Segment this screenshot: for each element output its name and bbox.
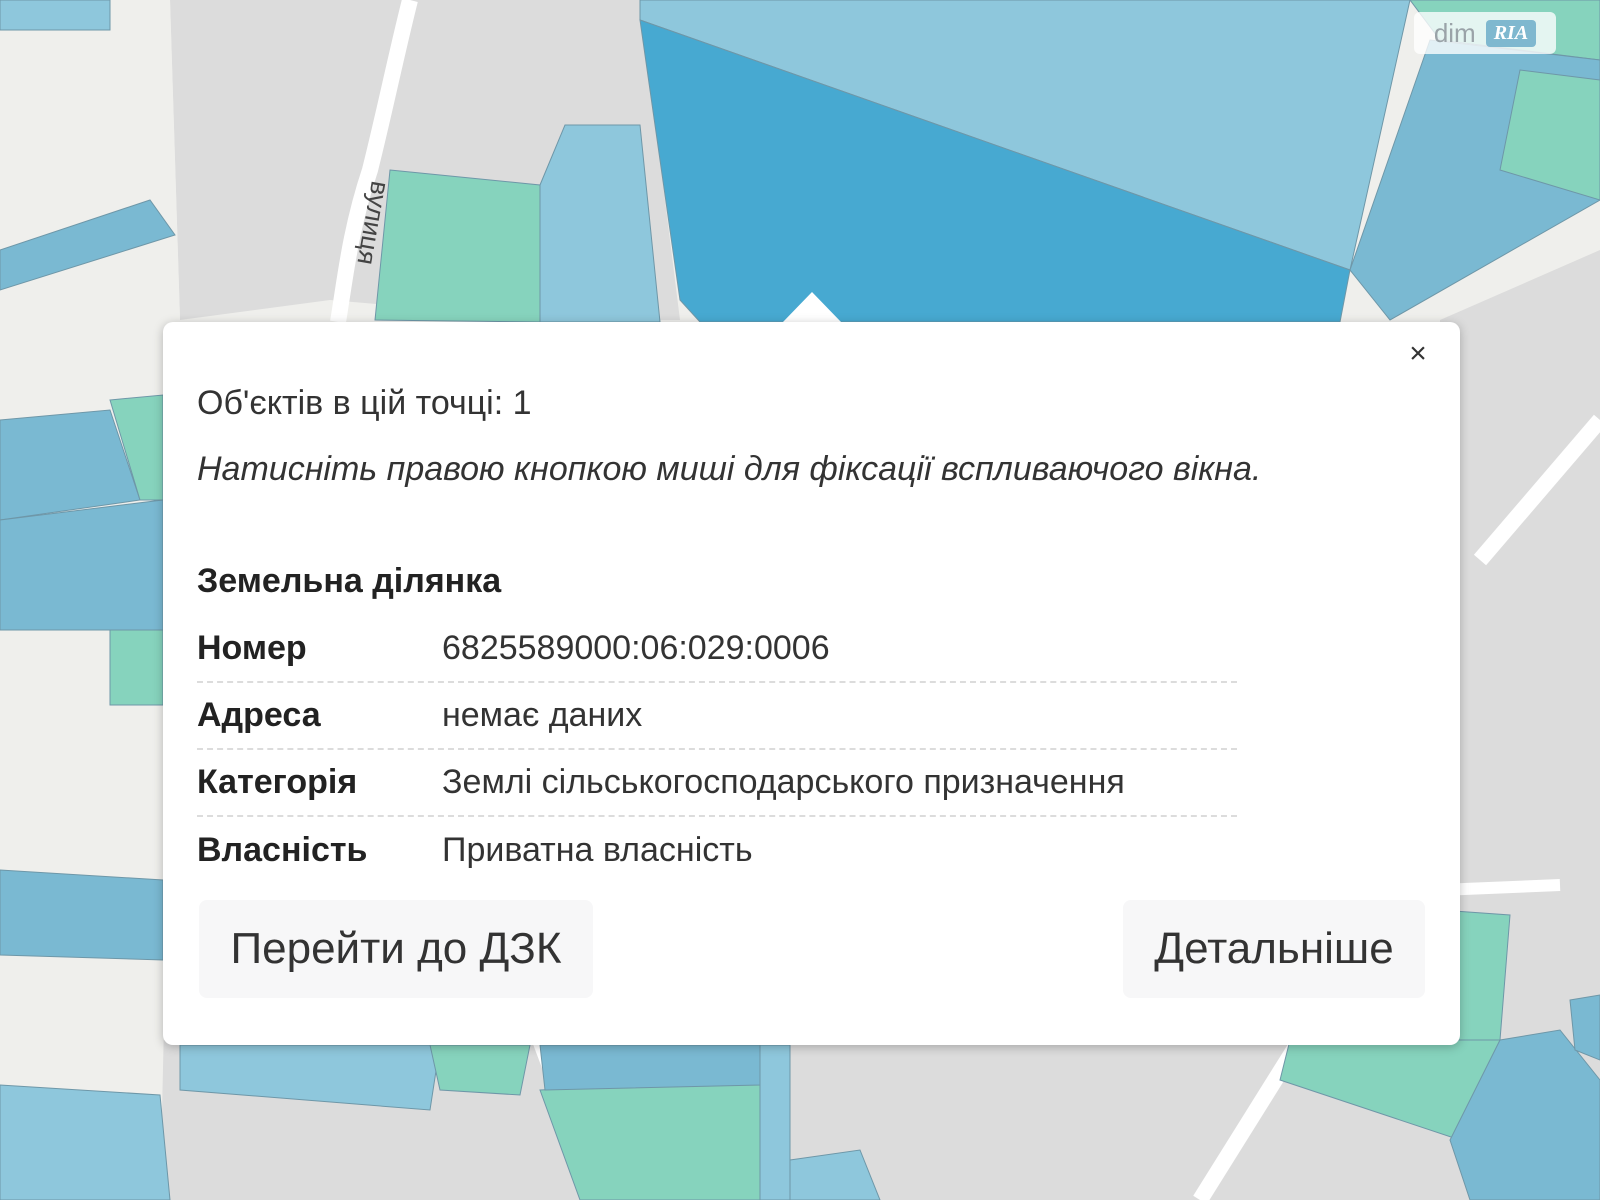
details-button[interactable]: Детальніше bbox=[1123, 900, 1425, 998]
close-icon[interactable]: × bbox=[1400, 336, 1436, 372]
popup-hint: Натисніть правою кнопкою миші для фіксац… bbox=[197, 450, 1262, 488]
watermark-dim-text: dim bbox=[1433, 17, 1476, 48]
parcel[interactable] bbox=[109, 629, 164, 706]
attribute-key: Категорія bbox=[197, 763, 358, 801]
objects-count: Об'єктів в цій точці: 1 bbox=[197, 384, 532, 422]
attribute-key: Номер bbox=[197, 629, 307, 667]
parcel[interactable] bbox=[539, 1044, 761, 1091]
section-title: Земельна ділянка bbox=[197, 562, 502, 600]
parcel[interactable] bbox=[0, 869, 164, 961]
parcel[interactable] bbox=[0, 1084, 171, 1200]
attribute-value: 6825589000:06:029:0006 bbox=[442, 629, 830, 667]
attribute-row-category: Категорія Землі сільськогосподарського п… bbox=[197, 750, 1237, 817]
attribute-value: Землі сільськогосподарського призначення bbox=[442, 763, 1125, 801]
attribute-row-ownership: Власність Приватна власність bbox=[197, 817, 1237, 884]
parcel[interactable] bbox=[539, 124, 661, 323]
parcel[interactable] bbox=[759, 1044, 791, 1200]
attribute-key: Власність bbox=[197, 831, 368, 869]
parcel[interactable] bbox=[0, 499, 164, 631]
attribute-row-number: Номер 6825589000:06:029:0006 bbox=[197, 616, 1237, 683]
watermark-ria-badge: RIA bbox=[1485, 19, 1537, 47]
parcel[interactable] bbox=[374, 169, 541, 323]
watermark-logo: dim RIA bbox=[1414, 12, 1556, 54]
attribute-value: немає даних bbox=[442, 696, 643, 734]
parcel[interactable] bbox=[539, 1079, 771, 1200]
parcel[interactable] bbox=[0, 0, 111, 31]
popup-pointer bbox=[782, 292, 842, 323]
attribute-value: Приватна власність bbox=[442, 831, 753, 869]
parcel[interactable] bbox=[429, 1044, 531, 1096]
go-to-dzk-button[interactable]: Перейти до ДЗК bbox=[199, 900, 593, 998]
attribute-key: Адреса bbox=[197, 696, 321, 734]
attribute-table: Номер 6825589000:06:029:0006 Адреса нема… bbox=[197, 616, 1237, 884]
parcel-info-popup: × Об'єктів в цій точці: 1 Натисніть прав… bbox=[163, 322, 1460, 1045]
attribute-row-address: Адреса немає даних bbox=[197, 683, 1237, 750]
